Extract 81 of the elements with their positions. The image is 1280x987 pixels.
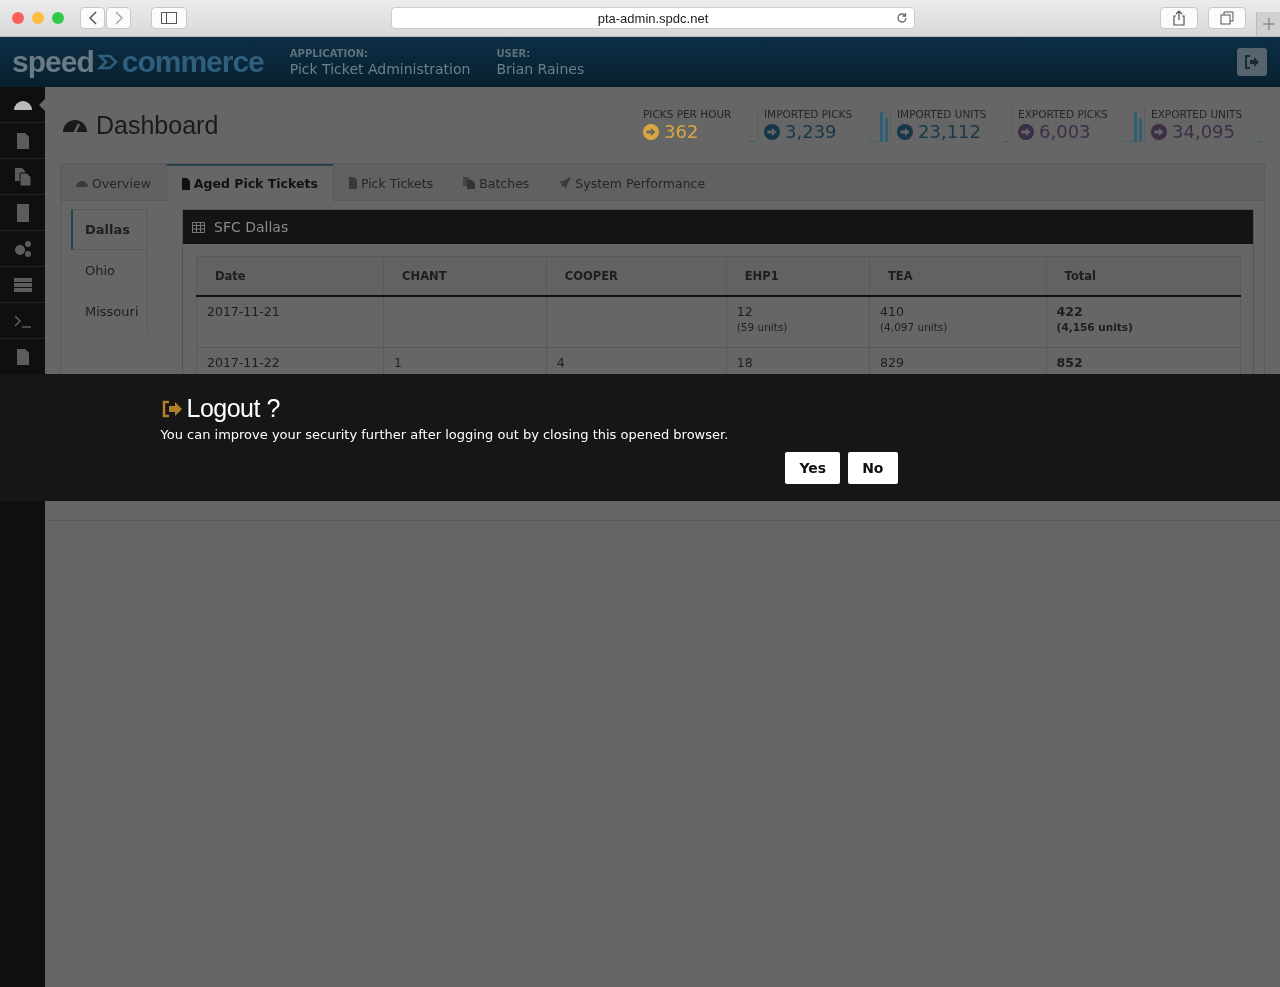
- sparkline: [1003, 141, 1009, 142]
- column-header: EHP1: [726, 256, 870, 296]
- field-label: USER:: [496, 47, 532, 59]
- column-header: Total: [1046, 256, 1241, 296]
- gauge-icon: [62, 118, 88, 132]
- logout-button[interactable]: [1237, 48, 1267, 76]
- chevron-right-icon: [114, 11, 123, 25]
- cell-value: 2017-11-22: [207, 355, 281, 370]
- cell-value: 18: [736, 355, 754, 370]
- tab[interactable]: System Performance: [544, 164, 721, 200]
- stat-value: 23,112: [918, 121, 981, 142]
- dialog-message: You can improve your security further after logging out by closing this opened browser.: [160, 427, 730, 442]
- sparkline: [1124, 112, 1142, 142]
- tab[interactable]: Overview: [61, 164, 167, 200]
- tabs-button[interactable]: [1208, 7, 1246, 29]
- logo: speed commerce: [12, 45, 264, 79]
- stat-value: 6,003: [1039, 121, 1091, 142]
- column-header: Date: [196, 256, 384, 296]
- stat-label: IMPORTED PICKS: [764, 108, 854, 120]
- field-label: APPLICATION:: [289, 47, 369, 59]
- sparkline: [749, 141, 755, 142]
- tab[interactable]: Pick Tickets: [333, 164, 449, 200]
- share-icon: [1172, 10, 1186, 26]
- stat-label: IMPORTED UNITS: [897, 108, 988, 120]
- new-tab-button[interactable]: [1256, 12, 1280, 36]
- rocket-icon: [559, 177, 572, 189]
- location-item[interactable]: Ohio: [71, 250, 147, 291]
- files-icon: [12, 166, 33, 187]
- cell-value: 2017-11-21: [207, 304, 281, 319]
- sidebar-icon: [161, 12, 177, 24]
- url-text: pta-admin.spdc.net: [597, 10, 709, 26]
- sign-out-icon: [160, 399, 183, 418]
- address-bar[interactable]: pta-admin.spdc.net: [391, 7, 915, 29]
- cell-value: 829: [880, 355, 905, 370]
- user-name: Brian Raines: [496, 60, 585, 77]
- column-header: COOPER: [546, 256, 727, 296]
- dialog-button[interactable]: Yes: [785, 452, 841, 484]
- reload-icon[interactable]: [896, 12, 908, 24]
- dialog-button[interactable]: No: [848, 452, 898, 484]
- sparkline: [1257, 141, 1263, 142]
- location-item[interactable]: Missouri: [71, 291, 147, 332]
- sidebar-toggle-button[interactable]: [151, 7, 187, 29]
- cell-value: 852: [1056, 355, 1084, 370]
- cell-units: (59 units): [736, 321, 789, 333]
- cell-value: 4: [556, 355, 566, 370]
- stat-value: 362: [664, 121, 699, 142]
- dialog-title: Logout ?: [186, 394, 280, 423]
- stat-value: 34,095: [1172, 121, 1235, 142]
- cell-units: (4,156 units): [1056, 321, 1134, 333]
- tabs-icon: [1220, 11, 1234, 25]
- sign-out-icon: [1244, 55, 1260, 69]
- tab[interactable]: Batches: [448, 164, 545, 200]
- cell-value: 12: [736, 304, 754, 319]
- share-button[interactable]: [1160, 7, 1198, 29]
- stat-value: 3,239: [785, 121, 837, 142]
- panel-title: SFC Dallas: [214, 219, 289, 235]
- table-icon: [192, 221, 205, 233]
- page-title: Dashboard: [96, 110, 219, 140]
- cell-value: 410: [880, 304, 905, 319]
- files-icon: [463, 177, 476, 189]
- application-name: Pick Ticket Administration: [289, 60, 471, 77]
- file-icon: [181, 177, 190, 190]
- sparkline: [870, 112, 888, 142]
- gauge-icon: [76, 179, 88, 187]
- chevron-left-icon: [88, 11, 97, 25]
- zoom-window-button[interactable]: [52, 12, 64, 24]
- stat-label: PICKS PER HOUR: [643, 108, 733, 120]
- cell-units: (4,097 units): [880, 321, 949, 333]
- cell-value: 1: [394, 355, 403, 370]
- cell-value: 422: [1056, 304, 1084, 319]
- gauge-icon: [12, 99, 33, 110]
- stat-label: EXPORTED UNITS: [1151, 108, 1244, 120]
- stat-label: EXPORTED PICKS: [1018, 108, 1109, 120]
- back-button[interactable]: [80, 7, 105, 29]
- column-header: CHANT: [383, 256, 547, 296]
- plus-icon: [1262, 18, 1275, 30]
- file-icon: [348, 177, 357, 189]
- location-item[interactable]: Dallas: [71, 209, 147, 250]
- tab[interactable]: Aged Pick Tickets: [166, 164, 334, 201]
- column-header: TEA: [869, 256, 1047, 296]
- close-window-button[interactable]: [12, 12, 24, 24]
